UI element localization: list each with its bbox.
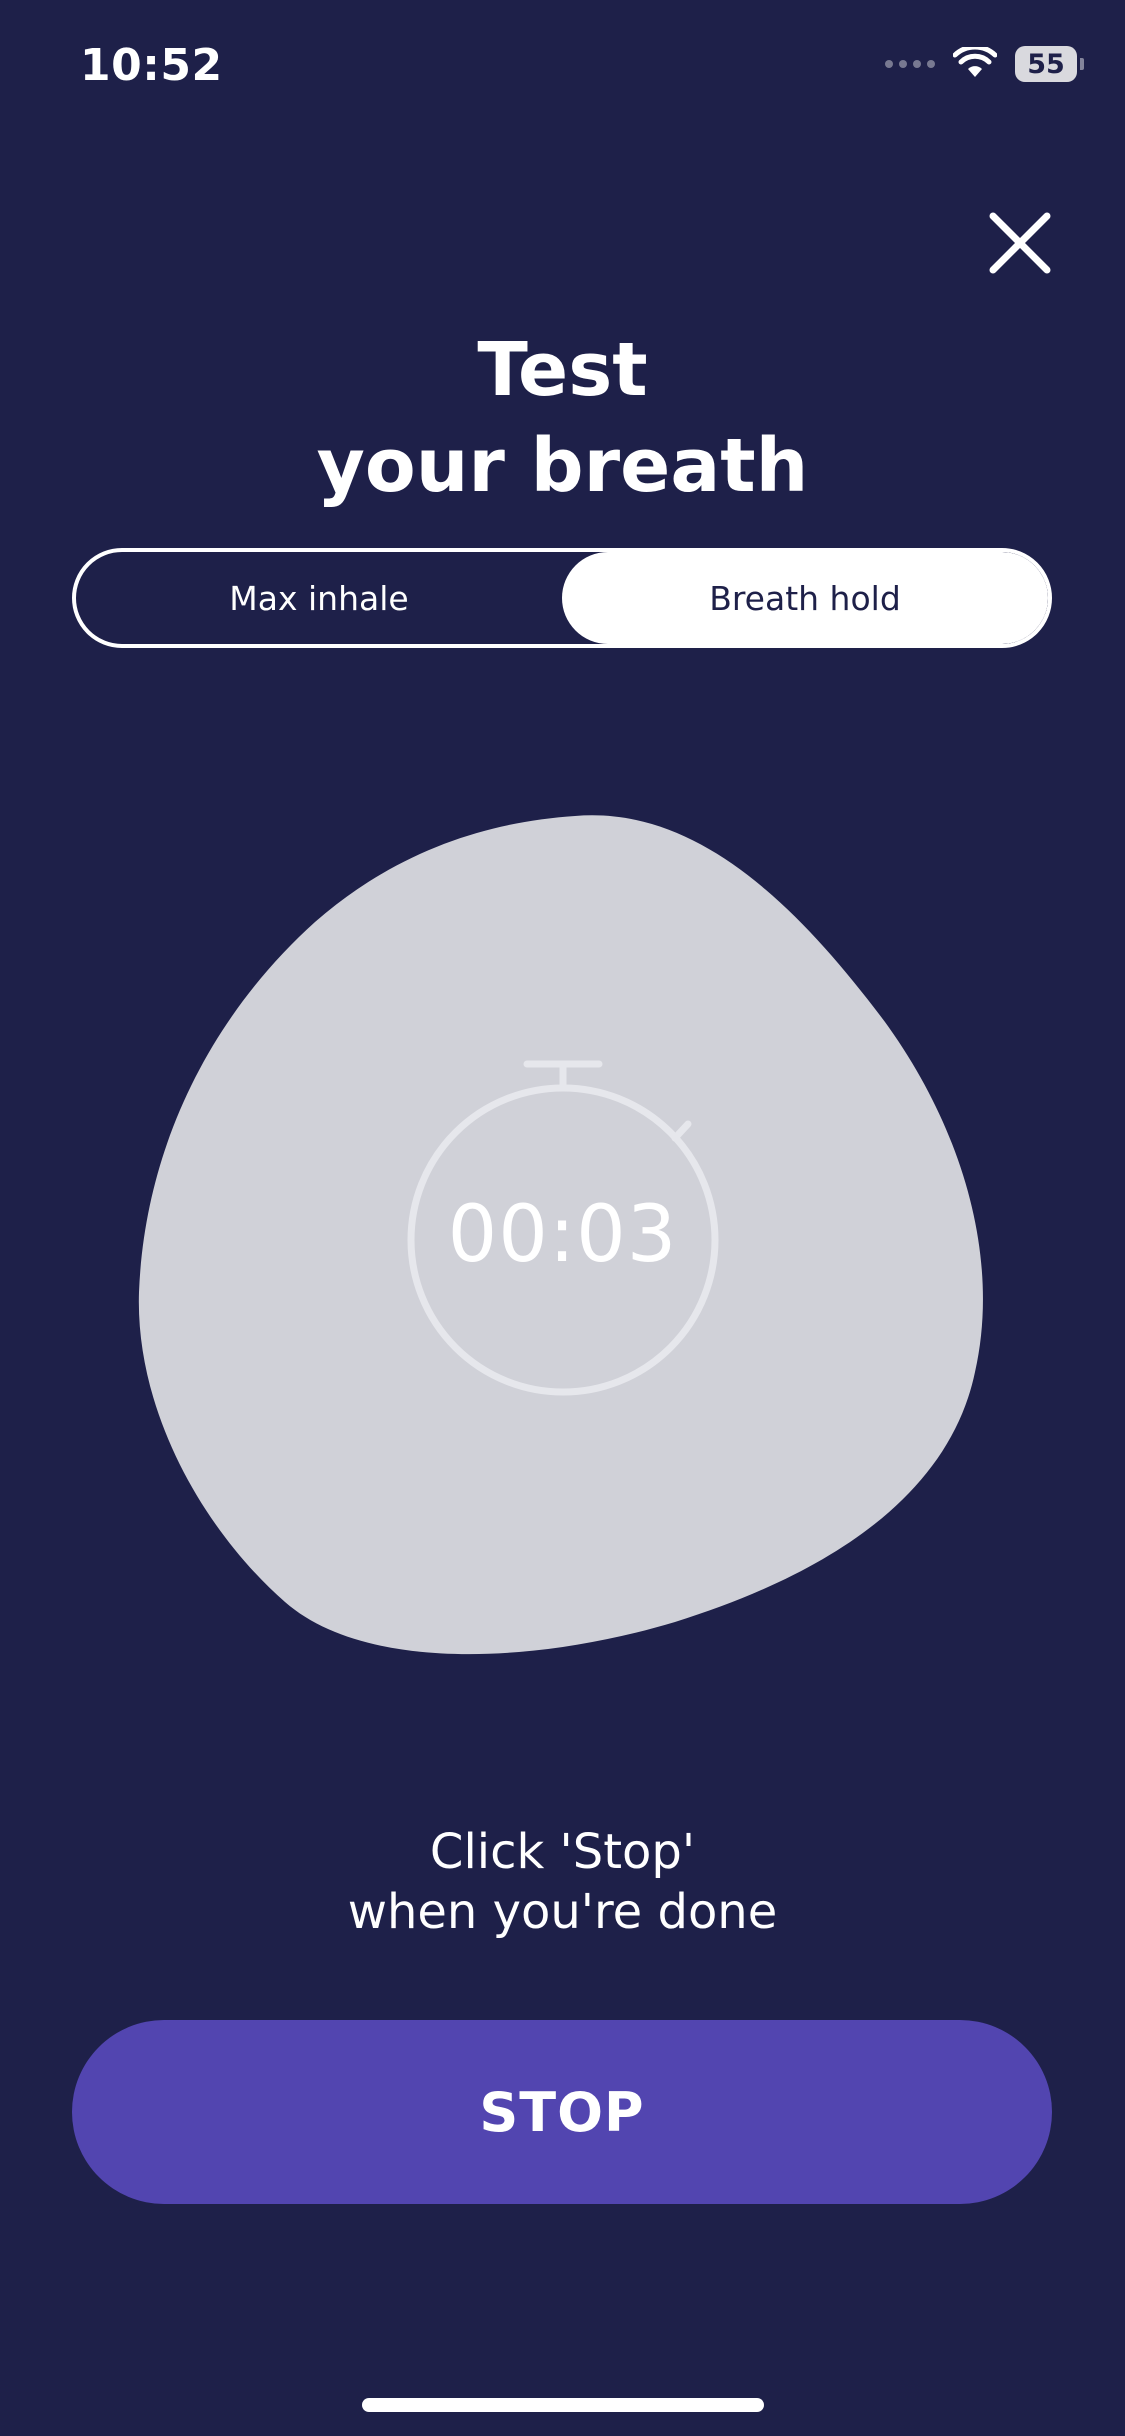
wifi-icon <box>953 47 997 77</box>
page-title-line2: your breath <box>316 423 809 509</box>
close-button[interactable] <box>985 208 1055 278</box>
close-icon <box>989 212 1051 274</box>
tab-breath-hold[interactable]: Breath hold <box>562 552 1048 644</box>
stop-button[interactable]: STOP <box>72 2020 1052 2204</box>
timer-display: 00:03 <box>447 1190 678 1280</box>
page-title-line1: Test <box>477 327 648 413</box>
instruction-text: Click 'Stop' when you're done <box>0 1822 1125 1942</box>
tab-max-inhale[interactable]: Max inhale <box>76 552 562 644</box>
battery-indicator: 55 <box>1015 46 1084 82</box>
status-time: 10:52 <box>80 40 223 91</box>
status-icons: 55 <box>885 46 1084 82</box>
instruction-line1: Click 'Stop' <box>429 1824 696 1880</box>
home-indicator[interactable] <box>362 2398 764 2412</box>
instruction-line2: when you're done <box>347 1884 778 1940</box>
test-mode-tabs: Max inhale Breath hold <box>72 548 1052 648</box>
cellular-signal-icon <box>885 60 935 68</box>
page-title: Test your breath <box>0 322 1125 514</box>
